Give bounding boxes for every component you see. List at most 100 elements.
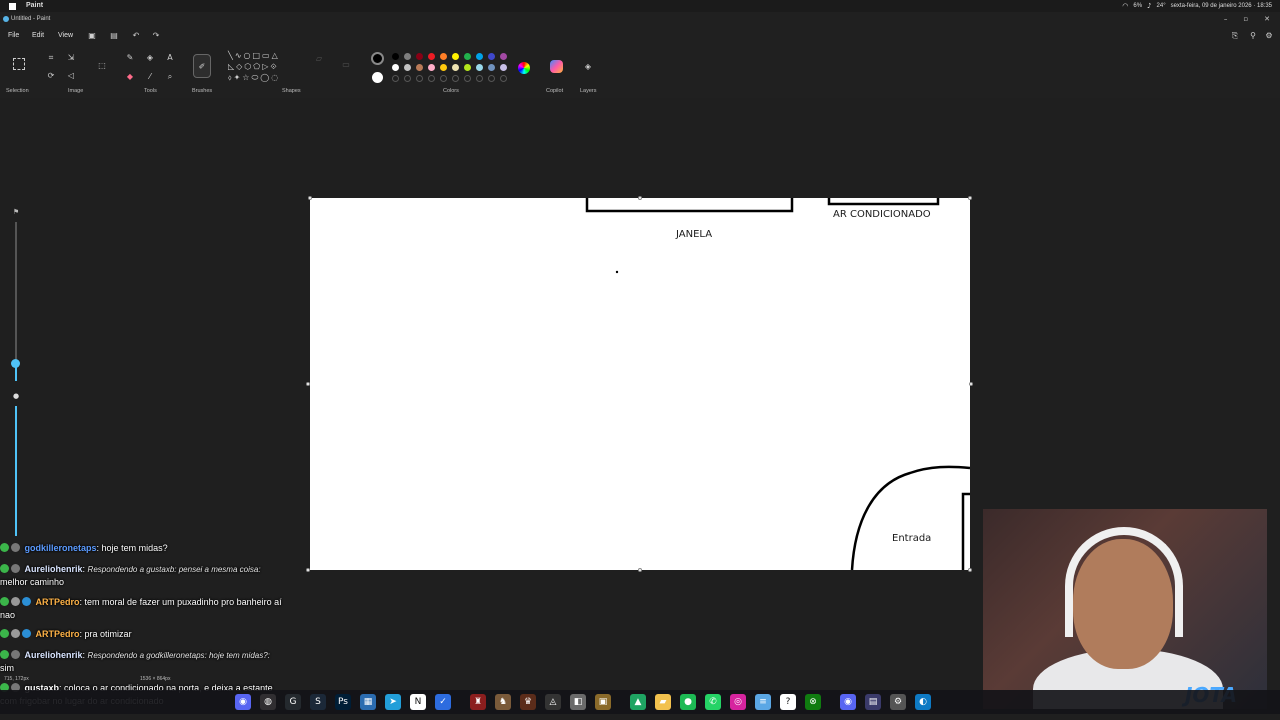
close-icon[interactable]: ✕ — [1264, 12, 1270, 26]
crop-icon[interactable]: ⌗ — [46, 53, 56, 63]
resize-handle-right[interactable] — [969, 382, 973, 386]
photoshop-icon[interactable]: Ps — [335, 694, 351, 710]
game1-icon[interactable]: ♜ — [470, 694, 486, 710]
palette-row-1-swatch-9[interactable] — [500, 53, 507, 60]
help-icon[interactable]: ? — [780, 694, 796, 710]
whatsapp-icon[interactable]: ✆ — [705, 694, 721, 710]
custom-color-slot[interactable] — [488, 75, 495, 82]
drive-icon[interactable]: ▲ — [630, 694, 646, 710]
spotify-icon[interactable]: ● — [680, 694, 696, 710]
magnifier-icon[interactable]: ⌕ — [165, 72, 175, 82]
resize-handle-top[interactable] — [638, 196, 642, 200]
palette-row-2-swatch-9[interactable] — [500, 64, 507, 71]
github-icon[interactable]: G — [285, 694, 301, 710]
text-icon[interactable]: A — [165, 53, 175, 63]
flip-icon[interactable]: ◁ — [66, 71, 76, 81]
palette-row-1-swatch-8[interactable] — [488, 53, 495, 60]
palette-row-2-swatch-4[interactable] — [440, 64, 447, 71]
secondary-color-swatch[interactable] — [372, 72, 383, 83]
rotate-icon[interactable]: ⟳ — [46, 71, 56, 81]
primary-color-swatch[interactable] — [371, 52, 384, 65]
resize-handle-left[interactable] — [306, 382, 310, 386]
resize-handle-top-left[interactable] — [308, 196, 312, 200]
palette-row-2-swatch-3[interactable] — [428, 64, 435, 71]
xbox-icon[interactable]: ⊗ — [805, 694, 821, 710]
clock-text[interactable]: sexta-feira, 09 de janeiro 2026 · 18:35 — [1171, 0, 1272, 12]
game3-icon[interactable]: ♛ — [520, 694, 536, 710]
palette-row-2-swatch-2[interactable] — [416, 64, 423, 71]
game6-icon[interactable]: ▣ — [595, 694, 611, 710]
palette-row-2-swatch-0[interactable] — [392, 64, 399, 71]
zoom-flag-icon[interactable]: ⚑ — [11, 208, 21, 218]
menu-file[interactable]: File — [8, 28, 19, 44]
palette-row-2-swatch-5[interactable] — [452, 64, 459, 71]
discord-icon[interactable]: ◉ — [235, 694, 251, 710]
edit-colors-icon[interactable] — [518, 62, 530, 74]
telegram-icon[interactable]: ➤ — [385, 694, 401, 710]
game2-icon[interactable]: ♞ — [495, 694, 511, 710]
eraser-icon[interactable]: ◆ — [125, 72, 135, 82]
custom-color-slot[interactable] — [452, 75, 459, 82]
custom-color-slot[interactable] — [476, 75, 483, 82]
image-icon[interactable]: ▤ — [109, 31, 119, 41]
custom-color-slot[interactable] — [464, 75, 471, 82]
palette-row-2-swatch-7[interactable] — [476, 64, 483, 71]
palette-row-1-swatch-3[interactable] — [428, 53, 435, 60]
zoom-slider-track[interactable] — [15, 222, 17, 362]
resize-handle-bottom-right[interactable] — [968, 568, 972, 572]
color-picker-icon[interactable]: ⁄ — [145, 72, 155, 82]
maximize-icon[interactable]: ▫ — [1243, 12, 1248, 26]
palette-row-1-swatch-1[interactable] — [404, 53, 411, 60]
pencil-icon[interactable]: ✎ — [125, 53, 135, 63]
shape-fill-icon[interactable]: ▭ — [341, 60, 351, 70]
fill-icon[interactable]: ◈ — [145, 53, 155, 63]
selection-icon[interactable] — [13, 58, 25, 70]
notion-icon[interactable]: N — [410, 694, 426, 710]
account-icon[interactable]: ⚲ — [1248, 31, 1258, 41]
layers-icon[interactable]: ◈ — [583, 62, 593, 72]
notes-icon[interactable]: ≡ — [755, 694, 771, 710]
edge-icon[interactable]: ◐ — [915, 694, 931, 710]
obs-icon[interactable]: ◍ — [260, 694, 276, 710]
drawing-canvas[interactable]: JANELA AR CONDICIONADO Entrada — [310, 198, 970, 570]
resize-icon[interactable]: ⇲ — [66, 53, 76, 63]
custom-color-slot[interactable] — [404, 75, 411, 82]
menu-view[interactable]: View — [58, 28, 73, 44]
palette-row-1-swatch-4[interactable] — [440, 53, 447, 60]
custom-color-slot[interactable] — [440, 75, 447, 82]
shapes-gallery[interactable]: ╲∿○□▭△ ◺◇⬡⬠▷⟐ ⬨✦☆⬭◯◌ — [228, 50, 304, 84]
custom-color-slot[interactable] — [416, 75, 423, 82]
image-select-icon[interactable]: ⬚ — [97, 61, 107, 71]
discord2-icon[interactable]: ◉ — [840, 694, 856, 710]
undo-icon[interactable]: ↶ — [131, 31, 141, 41]
save-icon[interactable]: ▣ — [87, 31, 97, 41]
game4-icon[interactable]: ◬ — [545, 694, 561, 710]
palette-row-2-swatch-8[interactable] — [488, 64, 495, 71]
palette-row-1-swatch-2[interactable] — [416, 53, 423, 60]
resize-handle-top-right[interactable] — [968, 196, 972, 200]
settings-icon[interactable]: ⚙ — [890, 694, 906, 710]
resize-handle-bottom[interactable] — [638, 568, 642, 572]
palette-row-2-swatch-1[interactable] — [404, 64, 411, 71]
copilot-icon[interactable] — [550, 60, 563, 73]
volume-icon[interactable]: ♪ — [1147, 0, 1151, 12]
windows-logo-icon[interactable] — [9, 3, 16, 10]
shape-outline-icon[interactable]: ▱ — [314, 54, 324, 64]
settings-icon[interactable]: ⚙ — [1264, 31, 1274, 41]
palette-row-1-swatch-7[interactable] — [476, 53, 483, 60]
wifi-icon[interactable]: ◠ — [1122, 0, 1128, 12]
folder-icon[interactable]: ▰ — [655, 694, 671, 710]
custom-color-slot[interactable] — [500, 75, 507, 82]
tick-icon[interactable]: ✓ — [435, 694, 451, 710]
brushes-icon[interactable]: ✐ — [193, 54, 211, 78]
palette-row-2-swatch-6[interactable] — [464, 64, 471, 71]
minimize-icon[interactable]: – — [1224, 12, 1228, 26]
custom-color-slot[interactable] — [428, 75, 435, 82]
menu-edit[interactable]: Edit — [32, 28, 44, 44]
brush-size-slider[interactable] — [15, 406, 17, 536]
game5-icon[interactable]: ◧ — [570, 694, 586, 710]
palette-row-1-swatch-6[interactable] — [464, 53, 471, 60]
palette-row-1-swatch-0[interactable] — [392, 53, 399, 60]
app-icon[interactable]: ▦ — [360, 694, 376, 710]
brush-size-icon[interactable]: ● — [11, 392, 21, 402]
